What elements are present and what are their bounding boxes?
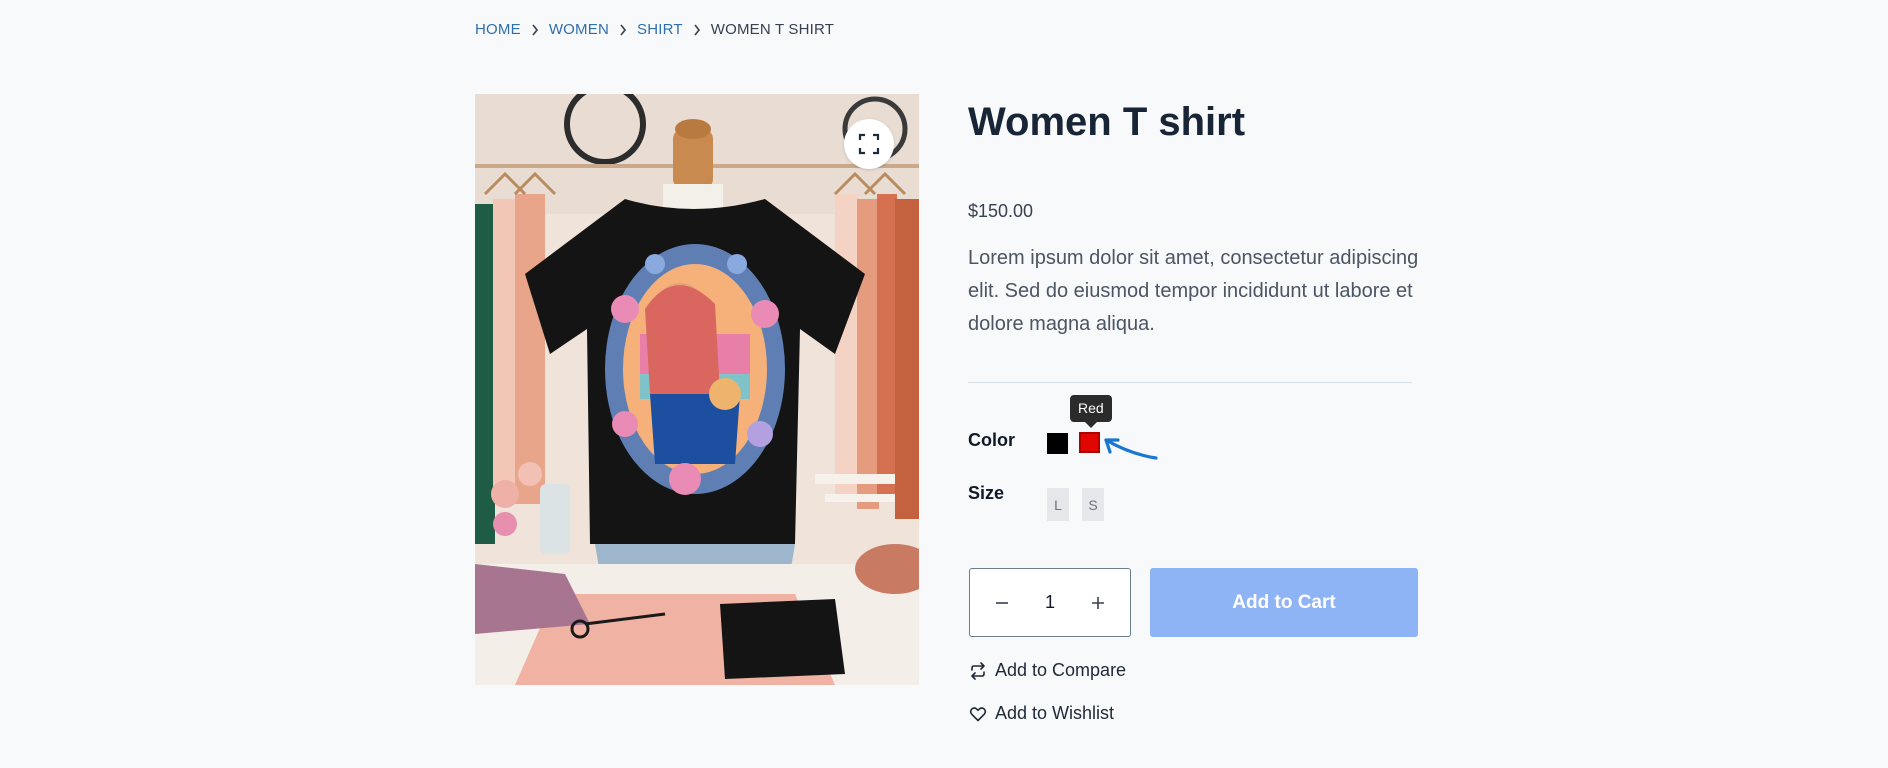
product-page: HOME WOMEN SHIRT WOMEN T SHIRT Women T s…: [0, 0, 1888, 768]
color-label: Color: [968, 430, 1015, 450]
add-to-wishlist-label: Add to Wishlist: [995, 703, 1115, 723]
plus-icon: [1092, 596, 1104, 609]
product-title: Women T shirt: [968, 100, 1246, 144]
chevron-right-icon: [683, 21, 711, 38]
quantity-stepper: 1: [969, 568, 1131, 637]
breadcrumb-current: WOMEN T SHIRT: [710, 21, 835, 38]
breadcrumb: HOME WOMEN SHIRT WOMEN T SHIRT: [475, 21, 834, 38]
chevron-right-icon: [609, 21, 637, 38]
size-label: Size: [968, 483, 1005, 503]
size-option-s[interactable]: S: [1082, 488, 1104, 521]
product-image[interactable]: [475, 94, 919, 685]
color-swatch-red[interactable]: [1079, 432, 1100, 453]
add-to-wishlist-link[interactable]: Add to Wishlist: [969, 703, 1114, 724]
quantity-input[interactable]: 1: [1030, 592, 1070, 613]
breadcrumb-shirt[interactable]: SHIRT: [637, 21, 683, 38]
divider: [968, 382, 1412, 383]
color-tooltip: Red: [1070, 395, 1112, 428]
add-to-compare-link[interactable]: Add to Compare: [969, 660, 1126, 681]
minus-icon: [996, 601, 1008, 604]
add-to-compare-label: Add to Compare: [995, 660, 1127, 680]
chevron-right-icon: [521, 21, 549, 38]
heart-icon: [969, 706, 987, 721]
add-to-cart-button[interactable]: Add to Cart: [1150, 568, 1418, 637]
product-description: Lorem ipsum dolor sit amet, consectetur …: [968, 247, 1419, 335]
product-photo: [475, 94, 919, 685]
increase-quantity-button[interactable]: [1088, 593, 1108, 613]
expand-icon: [858, 133, 880, 155]
color-swatch-black[interactable]: [1047, 433, 1068, 454]
annotation-arrow-icon: [1104, 438, 1158, 460]
breadcrumb-women[interactable]: WOMEN: [549, 21, 609, 38]
expand-image-button[interactable]: [844, 119, 894, 169]
size-option-l[interactable]: L: [1047, 488, 1069, 521]
product-price: $150.00: [968, 201, 1034, 221]
compare-arrows-icon: [971, 661, 985, 680]
product-info: Women T shirt $150.00 Lorem ipsum dolor …: [968, 94, 1420, 723]
breadcrumb-home[interactable]: HOME: [475, 21, 521, 38]
decrease-quantity-button[interactable]: [992, 593, 1012, 613]
